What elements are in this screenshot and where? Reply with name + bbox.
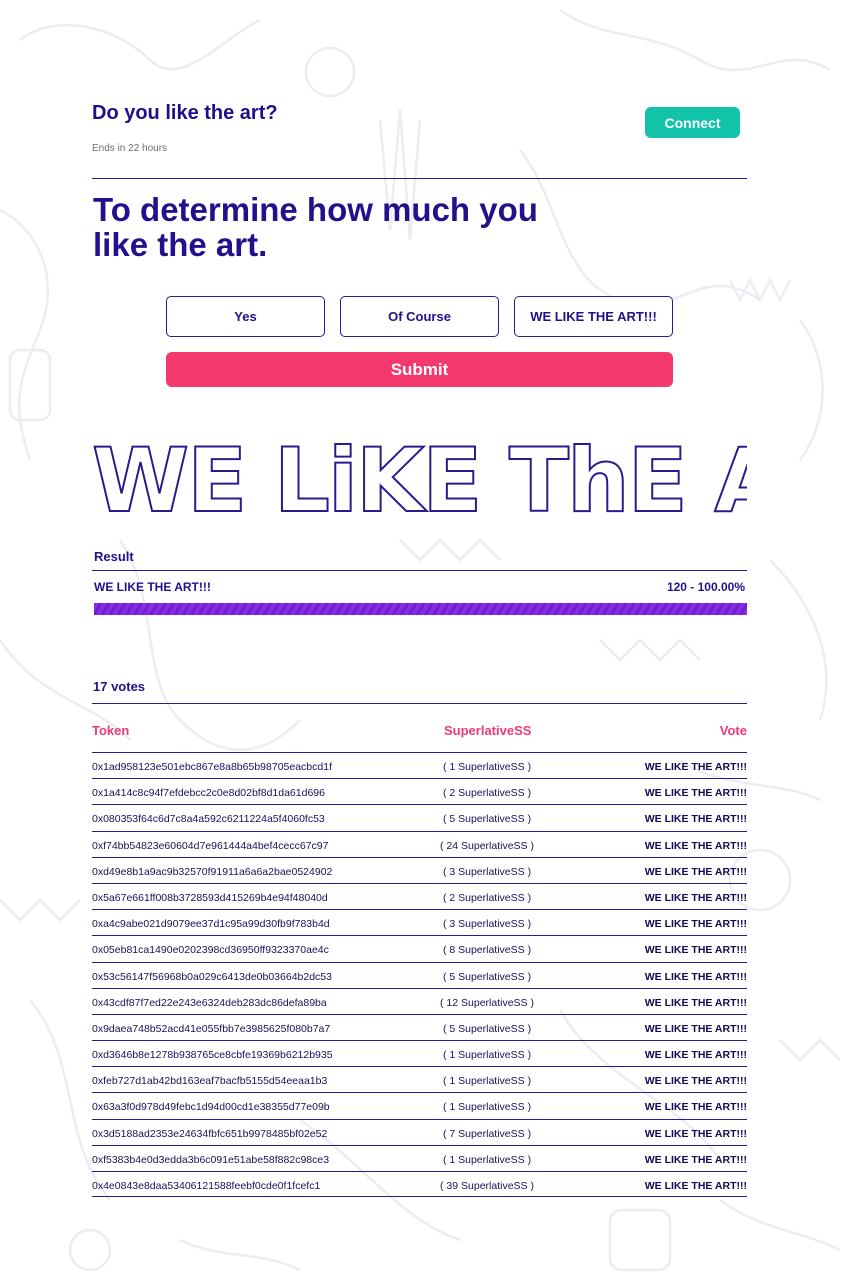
vote-choice: WE LIKE THE ART!!!: [644, 918, 747, 931]
voter-address: 0xfeb727d1ab42bd163eaf7bacfb5155d54eeaa1…: [92, 1075, 328, 1088]
ends-in-text: Ends in 22 hours: [92, 143, 168, 154]
table-row: 0x080353f64c6d7c8a4a592c6211224a5f4060fc…: [92, 804, 747, 830]
proposal-question: To determine how much you like the art.: [93, 191, 538, 263]
column-header-superlativess: SuperlativeSS: [444, 723, 532, 738]
vote-amount: ( 39 SuperlativeSS ): [440, 1180, 534, 1192]
result-progress-bar: [94, 603, 747, 615]
choice-yes-button[interactable]: Yes: [166, 296, 325, 337]
vote-choice: WE LIKE THE ART!!!: [644, 891, 747, 904]
voter-address: 0x63a3f0d978d49febc1d94d00cd1e38355d77e0…: [92, 1101, 330, 1114]
table-row: 0xd49e8b1a9ac9b32570f91911a6a6a2bae05249…: [92, 856, 747, 883]
vote-choice: WE LIKE THE ART!!!: [644, 944, 747, 957]
column-header-token: Token: [92, 723, 130, 738]
result-choice: WE LIKE THE ART!!!: [94, 580, 211, 594]
voter-address: 0x080353f64c6d7c8a4a592c6211224a5f4060fc…: [92, 813, 325, 826]
vote-choice: WE LIKE THE ART!!!: [644, 970, 747, 983]
votes-count: 17 votes: [93, 679, 146, 694]
vote-choice: WE LIKE THE ART!!!: [644, 761, 747, 773]
choice-we-like-the-art-button[interactable]: WE LIKE THE ART!!!: [514, 296, 673, 337]
table-row: 0xf74bb54823e60604d7e961444a4bef4cecc67c…: [92, 830, 747, 857]
vote-choice: WE LIKE THE ART!!!: [644, 1049, 747, 1062]
vote-amount: ( 1 SuperlativeSS ): [442, 1101, 532, 1114]
vote-amount: ( 1 SuperlativeSS ): [442, 761, 532, 773]
vote-choice: WE LIKE THE ART!!!: [644, 1180, 747, 1192]
vote-amount: ( 3 SuperlativeSS ): [442, 918, 532, 931]
submit-button[interactable]: Submit: [166, 352, 673, 387]
voter-address: 0xd3646b8e1278b938765ce8cbfe19369b6212b9…: [92, 1049, 333, 1062]
voter-address: 0x4e0843e8daa53406121588feebf0cde0f1fcef…: [92, 1180, 321, 1192]
vote-amount: ( 3 SuperlativeSS ): [442, 865, 532, 878]
vote-choice: WE LIKE THE ART!!!: [644, 1127, 747, 1140]
table-row: 0x4e0843e8daa53406121588feebf0cde0f1fcef…: [92, 1171, 747, 1198]
vote-amount: ( 1 SuperlativeSS ): [442, 1049, 532, 1062]
voter-address: 0xa4c9abe021d9079ee37d1c95a99d30fb9f783b…: [92, 918, 330, 931]
table-row: 0x9daea748b52acd41e055fbb7e3985625f080b7…: [92, 1013, 747, 1040]
vote-choice: WE LIKE THE ART!!!: [644, 1153, 747, 1166]
vote-choice: WE LIKE THE ART!!!: [644, 787, 747, 800]
voter-address: 0x1ad958123e501ebc867e8a8b65b98705eacbcd…: [92, 761, 332, 773]
header-divider: [92, 178, 747, 179]
vote-choice: WE LIKE THE ART!!!: [644, 1075, 747, 1088]
table-row: 0x5a67e661ff008b3728593d415269b4e94f4804…: [92, 882, 747, 909]
vote-amount: ( 5 SuperlativeSS ): [442, 1022, 532, 1035]
vote-choice: WE LIKE THE ART!!!: [644, 1101, 747, 1114]
voter-address: 0x9daea748b52acd41e055fbb7e3985625f080b7…: [92, 1022, 331, 1035]
voter-address: 0x05eb81ca1490e0202398cd36950ff9323370ae…: [92, 944, 329, 957]
result-summary: 120 - 100.00%: [666, 580, 745, 594]
vote-choice: WE LIKE THE ART!!!: [644, 996, 747, 1009]
result-label: Result: [94, 549, 134, 564]
voter-address: 0x3d5188ad2353e24634fbfc651b9978485bf02e…: [92, 1127, 328, 1140]
voter-address: 0x53c56147f56968b0a029c6413de0b03664b2dc…: [92, 970, 332, 983]
voter-address: 0x5a67e661ff008b3728593d415269b4e94f4804…: [92, 891, 328, 904]
table-row: 0x3d5188ad2353e24634fbfc651b9978485bf02e…: [92, 1118, 747, 1145]
table-row: 0x1a414c8c94f7efdebcc2c0e8d02bf8d1da61d6…: [92, 778, 747, 804]
vote-choice: WE LIKE THE ART!!!: [644, 1022, 747, 1035]
vote-choice: WE LIKE THE ART!!!: [644, 865, 747, 878]
votes-table: 0x1ad958123e501ebc867e8a8b65b98705eacbcd…: [92, 752, 747, 1198]
table-row: 0xf5383b4e0d3edda3b6c091e51abe58f882c98c…: [92, 1144, 747, 1171]
vote-amount: ( 8 SuperlativeSS ): [442, 944, 532, 957]
voter-address: 0xf74bb54823e60604d7e961444a4bef4cecc67c…: [92, 839, 329, 852]
voter-address: 0x43cdf87f7ed22e243e6324deb283dc86defa89…: [92, 996, 327, 1009]
table-row: 0x1ad958123e501ebc867e8a8b65b98705eacbcd…: [92, 752, 747, 778]
vote-amount: ( 12 SuperlativeSS ): [440, 996, 534, 1009]
table-row: 0x53c56147f56968b0a029c6413de0b03664b2dc…: [92, 961, 747, 988]
result-progress-fill: [94, 603, 747, 615]
page-title: Do you like the art?: [92, 102, 278, 124]
result-row: WE LIKE THE ART!!! 120 - 100.00%: [94, 580, 745, 594]
column-header-vote: Vote: [719, 723, 747, 738]
we-like-the-art-banner: WE LiKE ThE ART: [92, 434, 747, 528]
table-row: 0x63a3f0d978d49febc1d94d00cd1e38355d77e0…: [92, 1092, 747, 1118]
votes-divider: [92, 703, 747, 704]
vote-amount: ( 1 SuperlativeSS ): [442, 1075, 532, 1088]
voter-address: 0xd49e8b1a9ac9b32570f91911a6a6a2bae05249…: [92, 865, 333, 878]
vote-amount: ( 5 SuperlativeSS ): [442, 813, 532, 826]
voter-address: 0xf5383b4e0d3edda3b6c091e51abe58f882c98c…: [92, 1153, 330, 1166]
table-row: 0x05eb81ca1490e0202398cd36950ff9323370ae…: [92, 935, 747, 961]
vote-choice: WE LIKE THE ART!!!: [644, 839, 747, 852]
choice-group: Yes Of Course WE LIKE THE ART!!!: [166, 296, 673, 337]
vote-amount: ( 5 SuperlativeSS ): [442, 970, 532, 983]
result-divider: [92, 570, 747, 571]
table-row: 0xd3646b8e1278b938765ce8cbfe19369b6212b9…: [92, 1040, 747, 1066]
vote-amount: ( 24 SuperlativeSS ): [440, 839, 534, 852]
choice-of-course-button[interactable]: Of Course: [340, 296, 499, 337]
table-row: 0xfeb727d1ab42bd163eaf7bacfb5155d54eeaa1…: [92, 1066, 747, 1092]
voter-address: 0x1a414c8c94f7efdebcc2c0e8d02bf8d1da61d6…: [92, 787, 325, 800]
table-row: 0xa4c9abe021d9079ee37d1c95a99d30fb9f783b…: [92, 909, 747, 935]
vote-amount: ( 7 SuperlativeSS ): [442, 1127, 532, 1140]
vote-amount: ( 2 SuperlativeSS ): [442, 787, 532, 800]
vote-amount: ( 2 SuperlativeSS ): [442, 891, 532, 904]
vote-choice: WE LIKE THE ART!!!: [644, 813, 747, 826]
connect-button[interactable]: Connect: [645, 107, 740, 138]
vote-amount: ( 1 SuperlativeSS ): [442, 1153, 532, 1166]
table-row: 0x43cdf87f7ed22e243e6324deb283dc86defa89…: [92, 987, 747, 1014]
